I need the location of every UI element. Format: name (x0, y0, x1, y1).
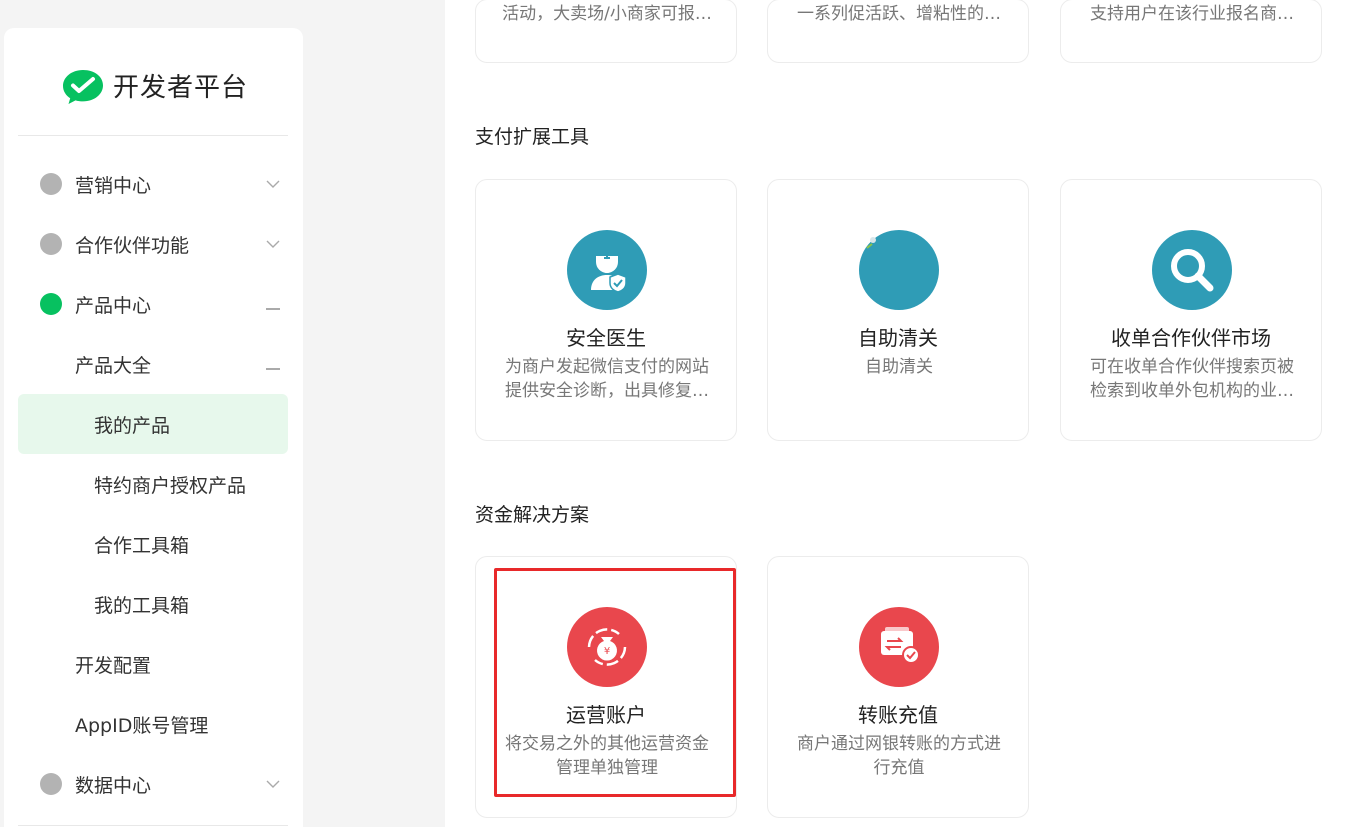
product-card-operating-account[interactable]: ¥ 运营账户 将交易之外的其他运营资金管理单独管理 (475, 556, 737, 818)
product-card-transfer-recharge[interactable]: 转账充值 商户通过网银转账的方式进行充值 (767, 556, 1029, 818)
doctor-shield-icon (567, 230, 647, 310)
card-desc: 自助清关 (865, 357, 933, 377)
card-title: 安全医生 (566, 326, 646, 350)
card-desc: 商户通过网银转账的方式进行充值 (797, 734, 1001, 778)
brand-name: 开发者平台 (113, 73, 249, 103)
chevron-down-icon (266, 237, 280, 251)
sidebar-item-data-center[interactable]: 数据中心 (18, 754, 288, 814)
sidebar-item-label: AppID账号管理 (75, 714, 209, 737)
divider (18, 825, 288, 826)
product-card-customs[interactable]: 自助清关 自助清关 (767, 179, 1029, 441)
sidebar-item-all-products[interactable]: 产品大全 (18, 334, 288, 394)
card-desc: 将交易之外的其他运营资金管理单独管理 (505, 734, 709, 778)
product-card[interactable]: 支持用户在该行业报名商… (1060, 0, 1322, 63)
card-desc: 支持用户在该行业报名商… (1090, 4, 1294, 24)
transfer-card-icon (859, 607, 939, 687)
sidebar-item-label: 开发配置 (75, 654, 152, 677)
sidebar-item-partner[interactable]: 合作伙伴功能 (18, 214, 288, 274)
sidebar-item-label: 产品大全 (75, 354, 152, 377)
product-card-security-doctor[interactable]: 安全医生 为商户发起微信支付的网站提供安全诊断，出具修复… (475, 179, 737, 441)
card-desc: 可在收单合作伙伴搜索页被检索到收单外包机构的业… (1090, 357, 1294, 401)
sidebar: 开发者平台 营销中心 合作伙伴功能 产品中心 产品大全 我的产品 特约商户授权产… (4, 28, 303, 827)
card-title: 收单合作伙伴市场 (1111, 326, 1271, 350)
card-desc: 活动，大卖场/小商家可报… (502, 4, 712, 24)
svg-text:¥: ¥ (604, 646, 610, 657)
product-center-icon (40, 293, 62, 315)
section-title: 资金解决方案 (475, 504, 590, 526)
card-title: 自助清关 (858, 326, 938, 350)
sidebar-item-label: 合作工具箱 (94, 534, 190, 557)
sidebar-item-label: 我的工具箱 (94, 594, 190, 617)
product-card-partner-market[interactable]: 收单合作伙伴市场 可在收单合作伙伴搜索页被检索到收单外包机构的业… (1060, 179, 1322, 441)
data-center-icon (40, 773, 62, 795)
sidebar-item-label: 合作伙伴功能 (75, 234, 190, 257)
sidebar-item-label: 特约商户授权产品 (94, 474, 247, 497)
partner-icon (40, 233, 62, 255)
sidebar-item-label: 数据中心 (75, 774, 152, 797)
sidebar-item-label: 营销中心 (75, 174, 152, 197)
chevron-down-icon (266, 177, 280, 191)
sidebar-item-label: 产品中心 (75, 294, 152, 317)
sidebar-item-sub-merchant-products[interactable]: 特约商户授权产品 (18, 454, 288, 514)
sidebar-item-appid-management[interactable]: AppID账号管理 (18, 694, 288, 754)
collapse-icon (266, 368, 280, 370)
product-card[interactable]: 活动，大卖场/小商家可报… (475, 0, 737, 63)
main-content: 活动，大卖场/小商家可报… 一系列促活跃、增粘性的… 支持用户在该行业报名商… … (445, 0, 1362, 827)
money-bag-icon: ¥ (567, 607, 647, 687)
chevron-down-icon (266, 777, 280, 791)
collapse-icon (266, 308, 280, 310)
card-title: 运营账户 (566, 703, 646, 727)
brand-logo[interactable]: 开发者平台 (18, 28, 288, 136)
wechat-pay-icon (63, 70, 103, 104)
sidebar-item-product-center[interactable]: 产品中心 (18, 274, 288, 334)
sidebar-item-label: 我的产品 (94, 414, 171, 437)
sidebar-item-my-products[interactable]: 我的产品 (18, 394, 288, 454)
sidebar-item-partner-toolbox[interactable]: 合作工具箱 (18, 514, 288, 574)
product-card[interactable]: 一系列促活跃、增粘性的… (767, 0, 1029, 63)
card-title: 转账充值 (858, 703, 938, 727)
sidebar-item-my-toolbox[interactable]: 我的工具箱 (18, 574, 288, 634)
customs-icon (859, 230, 939, 310)
sidebar-item-marketing[interactable]: 营销中心 (18, 154, 288, 214)
sidebar-item-dev-config[interactable]: 开发配置 (18, 634, 288, 694)
search-icon (1152, 230, 1232, 310)
card-desc: 为商户发起微信支付的网站提供安全诊断，出具修复… (505, 357, 709, 401)
card-desc: 一系列促活跃、增粘性的… (797, 4, 1001, 24)
marketing-icon (40, 173, 62, 195)
section-title: 支付扩展工具 (475, 126, 590, 148)
